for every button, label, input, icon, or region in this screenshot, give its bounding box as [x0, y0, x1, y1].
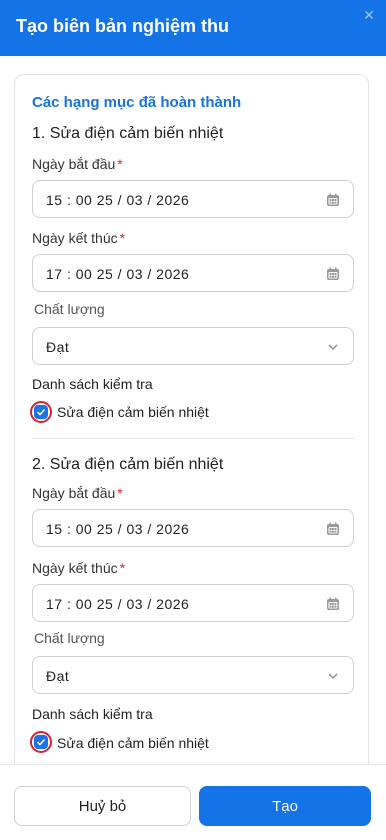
- chevron-down-icon: [328, 344, 338, 350]
- end-date-input[interactable]: 17 : 00 25 / 03 / 2026: [32, 254, 354, 292]
- start-date-input[interactable]: 15 : 00 25 / 03 / 2026: [32, 509, 354, 547]
- section-title: Các hạng mục đã hoàn thành: [32, 94, 242, 111]
- start-date-value: 15 : 00 25 / 03 / 2026: [46, 521, 190, 537]
- end-date-input[interactable]: 17 : 00 25 / 03 / 2026: [32, 584, 354, 622]
- end-date-value: 17 : 00 25 / 03 / 2026: [46, 596, 190, 612]
- calendar-icon[interactable]: [326, 193, 340, 207]
- checklist-label: Danh sách kiểm tra: [32, 376, 153, 392]
- cancel-button[interactable]: Huỷ bỏ: [14, 786, 191, 826]
- checklist-item-label: Sửa điện cảm biến nhiệt: [57, 404, 209, 420]
- item-title: 1. Sửa điện cảm biến nhiệt: [32, 125, 224, 142]
- item-title: 2. Sửa điện cảm biến nhiệt: [32, 456, 224, 473]
- start-date-label: Ngày bắt đầu *: [32, 485, 123, 501]
- create-button[interactable]: Tạo: [199, 786, 371, 826]
- quality-select[interactable]: Đạt: [32, 656, 354, 694]
- calendar-icon[interactable]: [326, 522, 340, 536]
- start-date-label: Ngày bắt đầu *: [32, 156, 123, 172]
- calendar-icon[interactable]: [326, 597, 340, 611]
- dialog-body[interactable]: Các hạng mục đã hoàn thành 1. Sửa điện c…: [0, 56, 386, 764]
- checklist-checkbox-highlight: [30, 731, 52, 753]
- dialog-title: Tạo biên bản nghiệm thu: [16, 16, 229, 36]
- dialog-header: Tạo biên bản nghiệm thu ✕: [0, 0, 386, 56]
- item-divider: [32, 438, 354, 439]
- start-date-value: 15 : 00 25 / 03 / 2026: [46, 192, 190, 208]
- quality-label: Chất lượng: [34, 630, 105, 646]
- check-icon: [36, 738, 46, 746]
- checklist-checkbox[interactable]: [34, 405, 48, 419]
- end-date-value: 17 : 00 25 / 03 / 2026: [46, 266, 190, 282]
- end-date-label: Ngày kết thúc *: [32, 560, 126, 576]
- quality-value: Đạt: [46, 339, 70, 355]
- quality-value: Đạt: [46, 668, 70, 684]
- calendar-icon[interactable]: [326, 267, 340, 281]
- chevron-down-icon: [328, 673, 338, 679]
- checklist-item-label: Sửa điện cảm biến nhiệt: [57, 735, 209, 751]
- end-date-label: Ngày kết thúc *: [32, 230, 126, 246]
- checklist-checkbox[interactable]: [34, 735, 48, 749]
- start-date-input[interactable]: 15 : 00 25 / 03 / 2026: [32, 180, 354, 218]
- dialog-footer: Huỷ bỏ Tạo: [0, 764, 386, 840]
- close-icon[interactable]: ✕: [362, 8, 376, 22]
- quality-label: Chất lượng: [34, 301, 105, 317]
- completed-items-card: Các hạng mục đã hoàn thành 1. Sửa điện c…: [14, 74, 369, 764]
- quality-select[interactable]: Đạt: [32, 327, 354, 365]
- checklist-checkbox-highlight: [30, 401, 52, 423]
- checklist-label: Danh sách kiểm tra: [32, 706, 153, 722]
- check-icon: [36, 408, 46, 416]
